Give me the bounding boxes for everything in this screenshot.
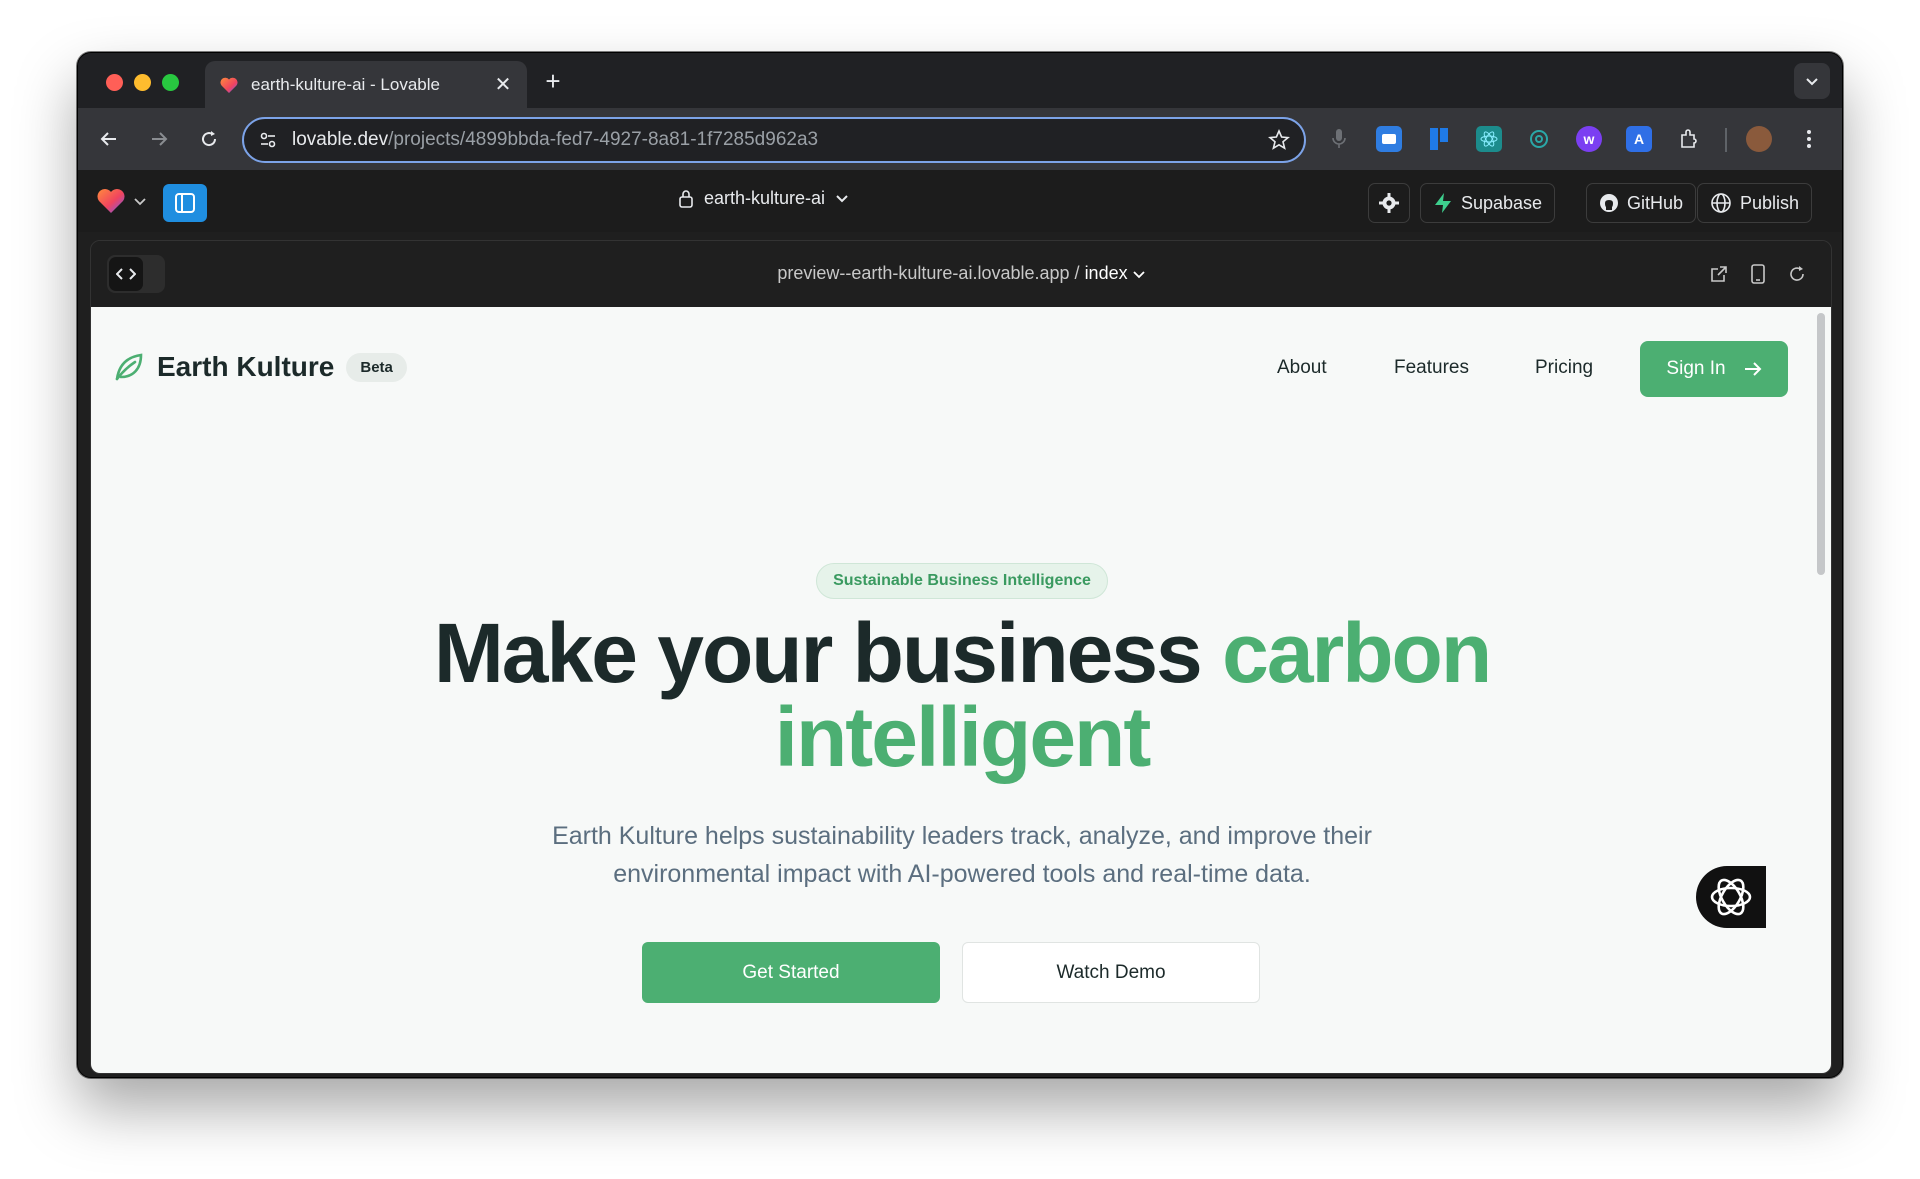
tab-search-button[interactable]: [1794, 63, 1830, 99]
arrow-left-icon: [100, 132, 116, 146]
chevron-down-icon: [1132, 271, 1145, 279]
tab-bar: earth-kulture-ai - Lovable ✕ +: [78, 53, 1842, 108]
arrow-right-icon: [152, 132, 168, 146]
project-name-label: earth-kulture-ai: [704, 188, 826, 208]
supabase-icon: [1435, 193, 1451, 213]
lock-icon: [679, 189, 693, 208]
chevron-down-icon: [1806, 78, 1818, 86]
gear-icon: [1379, 193, 1399, 213]
publish-button[interactable]: Publish: [1697, 183, 1813, 223]
mobile-view-icon[interactable]: [1747, 263, 1769, 285]
eyebrow-badge: Sustainable Business Intelligence: [816, 563, 1108, 599]
trello-extension-icon[interactable]: [1426, 126, 1452, 152]
openai-icon: [1710, 878, 1752, 916]
sidebar-toggle-button[interactable]: [163, 184, 207, 222]
leaf-icon: [115, 353, 143, 381]
website-preview: Earth Kulture Beta About Features Pricin…: [91, 307, 1831, 1073]
address-bar[interactable]: lovable.dev/projects/4899bbda-fed7-4927-…: [242, 117, 1306, 163]
reload-icon: [202, 131, 217, 147]
nav-pricing[interactable]: Pricing: [1535, 357, 1593, 379]
preview-panel: preview--earth-kulture-ai.lovable.app / …: [90, 240, 1832, 1074]
lovable-heart-icon: [220, 77, 238, 93]
brand[interactable]: Earth Kulture Beta: [113, 351, 407, 383]
openai-extension-icon[interactable]: [1526, 126, 1552, 152]
github-icon: [1600, 194, 1618, 212]
route-selector[interactable]: index: [1085, 263, 1128, 283]
open-external-icon[interactable]: [1708, 263, 1730, 285]
profile-avatar[interactable]: [1746, 126, 1772, 152]
wordtune-extension-icon[interactable]: w: [1576, 126, 1602, 152]
browser-toolbar: lovable.dev/projects/4899bbda-fed7-4927-…: [78, 108, 1842, 170]
refresh-preview-icon[interactable]: [1786, 263, 1808, 285]
globe-icon: [1711, 193, 1731, 213]
minimize-window-button[interactable]: [134, 74, 151, 91]
settings-button[interactable]: [1368, 183, 1410, 223]
scrollbar[interactable]: [1817, 313, 1825, 575]
browser-tab[interactable]: earth-kulture-ai - Lovable ✕: [205, 61, 527, 108]
nav-about[interactable]: About: [1277, 357, 1327, 379]
outlook-extension-icon[interactable]: [1376, 126, 1402, 152]
assistant-floating-button[interactable]: [1696, 866, 1766, 928]
hero-headline: Make your business carbon intelligent: [433, 606, 1492, 784]
close-window-button[interactable]: [106, 74, 123, 91]
sign-in-button[interactable]: Sign In: [1640, 341, 1788, 397]
react-devtools-extension-icon[interactable]: [1476, 126, 1502, 152]
preview-url[interactable]: preview--earth-kulture-ai.lovable.app / …: [91, 263, 1831, 284]
eyebrow-badge-row: Sustainable Business Intelligence: [91, 563, 1831, 599]
tab-title: earth-kulture-ai - Lovable: [251, 74, 440, 94]
chevron-down-icon[interactable]: [134, 198, 146, 206]
chevron-down-icon: [836, 194, 848, 202]
microphone-icon[interactable]: [1326, 126, 1352, 152]
url-text: lovable.dev/projects/4899bbda-fed7-4927-…: [292, 129, 819, 150]
preview-header: preview--earth-kulture-ai.lovable.app / …: [91, 241, 1831, 307]
back-button[interactable]: [94, 124, 124, 154]
bookmark-star-icon[interactable]: [1268, 129, 1290, 151]
supabase-button[interactable]: Supabase: [1420, 183, 1556, 223]
browser-window: earth-kulture-ai - Lovable ✕ + lovable.d…: [77, 52, 1843, 1078]
watch-demo-button[interactable]: Watch Demo: [962, 942, 1260, 1003]
site-info-icon[interactable]: [258, 130, 278, 150]
reload-button[interactable]: [194, 124, 224, 154]
lovable-toolbar: earth-kulture-ai Supabase GitHub Publish: [78, 170, 1842, 232]
hero-subtitle: Earth Kulture helps sustainability leade…: [552, 822, 1372, 888]
forward-button[interactable]: [144, 124, 174, 154]
lovable-logo-icon[interactable]: [96, 187, 126, 215]
sidebar-icon: [175, 193, 195, 213]
maximize-window-button[interactable]: [162, 74, 179, 91]
arrow-right-icon: [1744, 362, 1761, 376]
nav-features[interactable]: Features: [1394, 357, 1469, 379]
beta-badge: Beta: [346, 352, 407, 382]
translate-extension-icon[interactable]: A: [1626, 126, 1652, 152]
browser-menu-icon[interactable]: [1796, 126, 1822, 152]
extensions-puzzle-icon[interactable]: [1676, 126, 1702, 152]
github-button[interactable]: GitHub: [1586, 183, 1697, 223]
brand-name: Earth Kulture: [157, 351, 335, 382]
project-selector[interactable]: earth-kulture-ai: [678, 188, 849, 209]
new-tab-button[interactable]: +: [538, 66, 568, 96]
tab-close-icon[interactable]: ✕: [493, 72, 513, 97]
get-started-button[interactable]: Get Started: [642, 942, 940, 1003]
